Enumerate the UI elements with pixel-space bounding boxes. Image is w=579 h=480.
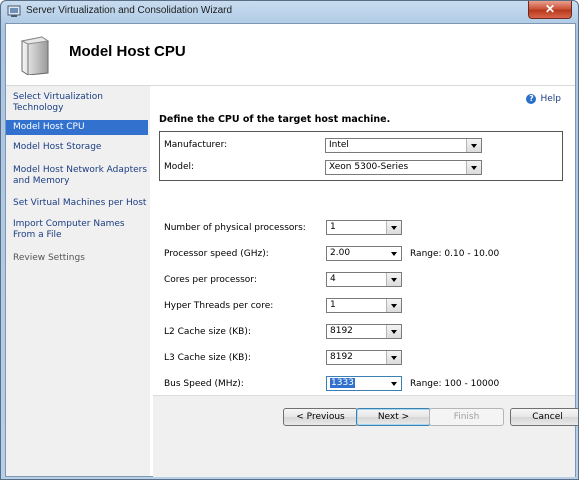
physical-processors-label: Number of physical processors: [164, 223, 306, 233]
previous-button[interactable]: < Previous [283, 408, 358, 426]
cores-per-processor-dropdown[interactable]: 4 [326, 272, 402, 287]
cores-per-processor-value: 4 [330, 274, 336, 284]
step-model-host-storage[interactable]: Model Host Storage [6, 142, 148, 155]
chevron-down-icon [387, 377, 401, 390]
chevron-down-icon [386, 325, 401, 338]
help-label: Help [540, 94, 561, 104]
model-dropdown[interactable]: Xeon 5300-Series [325, 160, 482, 175]
page-title: Model Host CPU [69, 43, 186, 60]
manufacturer-value: Intel [329, 140, 349, 150]
hyper-threads-label: Hyper Threads per core: [164, 301, 274, 311]
step-model-host-network-adapters-and-memory[interactable]: Model Host Network Adapters and Memory [6, 165, 148, 189]
manufacturer-model-group: Manufacturer: Intel Model: Xeon 5300-Ser… [159, 131, 563, 181]
bus-speed-label: Bus Speed (MHz): [164, 379, 244, 389]
chevron-down-icon [466, 139, 481, 152]
title-bar: Server Virtualization and Consolidation … [1, 1, 578, 23]
processor-speed-combo[interactable]: 2.00 [326, 246, 402, 261]
server-icon [20, 36, 50, 75]
close-button[interactable]: ✕ [528, 1, 572, 19]
physical-processors-dropdown[interactable]: 1 [326, 220, 402, 235]
processor-speed-value: 2.00 [330, 248, 351, 258]
model-label: Model: [164, 162, 195, 172]
physical-processors-value: 1 [330, 222, 336, 232]
l2-cache-value: 8192 [330, 326, 353, 336]
manufacturer-dropdown[interactable]: Intel [325, 138, 482, 153]
chevron-down-icon [466, 161, 481, 174]
chevron-down-icon [387, 247, 401, 260]
processor-speed-range: Range: 0.10 - 10.00 [410, 249, 500, 259]
chevron-down-icon [386, 351, 401, 364]
app-icon [7, 5, 21, 17]
step-select-virtualization-technology[interactable]: Select Virtualization Technology [6, 91, 148, 115]
wizard-step-list: Select Virtualization Technology Model H… [6, 86, 150, 476]
window-title: Server Virtualization and Consolidation … [26, 5, 233, 16]
bus-speed-value: 1333 [330, 378, 355, 388]
bus-speed-combo[interactable]: 1333 [326, 376, 402, 391]
hyper-threads-value: 1 [330, 300, 336, 310]
chevron-down-icon [386, 299, 401, 312]
l3-cache-label: L3 Cache size (KB): [164, 353, 251, 363]
finish-button: Finish [429, 408, 504, 426]
step-review-settings: Review Settings [13, 253, 85, 263]
manufacturer-label: Manufacturer: [164, 140, 228, 150]
chevron-down-icon [386, 221, 401, 234]
l2-cache-dropdown[interactable]: 8192 [326, 324, 402, 339]
wizard-window: Server Virtualization and Consolidation … [0, 0, 579, 480]
step-model-host-cpu[interactable]: Model Host CPU [6, 120, 148, 135]
step-set-virtual-machines-per-host[interactable]: Set Virtual Machines per Host [6, 198, 148, 211]
help-icon: ? [526, 94, 537, 104]
section-title: Define the CPU of the target host machin… [159, 114, 391, 125]
l3-cache-dropdown[interactable]: 8192 [326, 350, 402, 365]
wizard-header: Model Host CPU [6, 24, 575, 86]
cores-per-processor-label: Cores per processor: [164, 275, 257, 285]
wizard-footer: < Previous Next > Finish Cancel [153, 395, 578, 477]
hyper-threads-dropdown[interactable]: 1 [326, 298, 402, 313]
l2-cache-label: L2 Cache size (KB): [164, 327, 251, 337]
l3-cache-value: 8192 [330, 352, 353, 362]
processor-speed-label: Processor speed (GHz): [164, 249, 269, 259]
step-import-computer-names[interactable]: Import Computer Names From a File [6, 219, 148, 243]
cancel-button[interactable]: Cancel [510, 408, 578, 426]
bus-speed-range: Range: 100 - 10000 [410, 379, 500, 389]
next-button[interactable]: Next > [356, 408, 431, 426]
model-value: Xeon 5300-Series [329, 162, 409, 172]
help-link[interactable]: ? Help [526, 94, 561, 104]
chevron-down-icon [386, 273, 401, 286]
wizard-client: Model Host CPU Select Virtualization Tec… [5, 23, 578, 477]
